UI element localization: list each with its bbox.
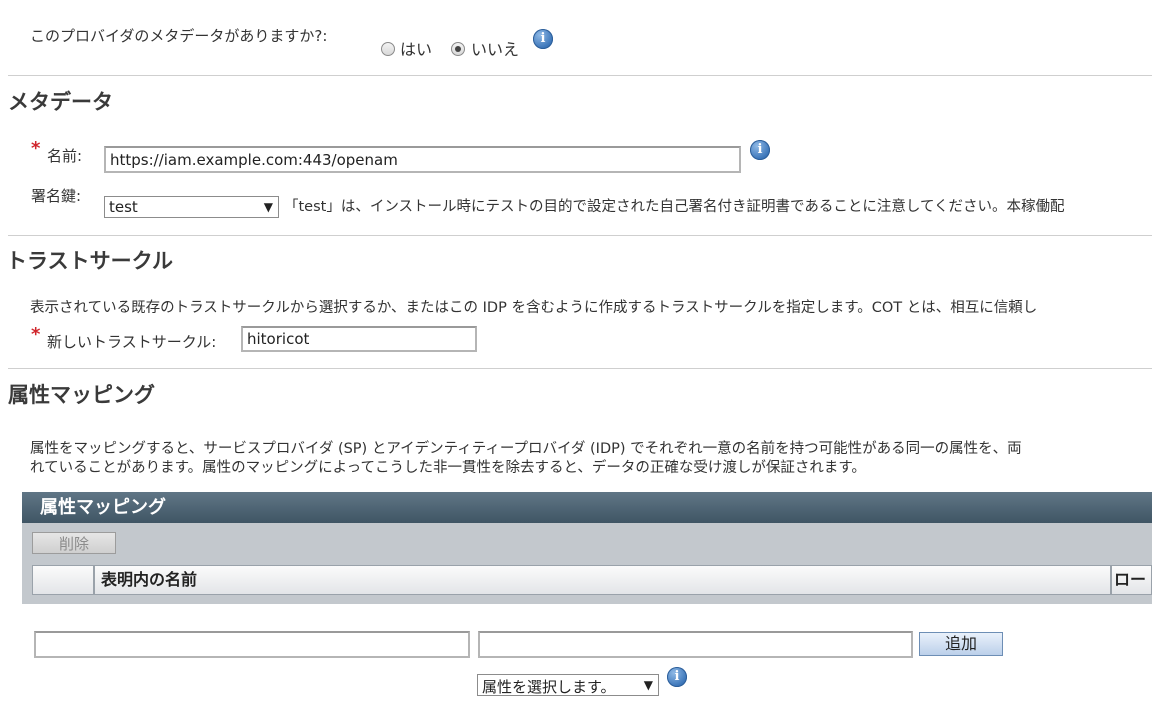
name-label: 名前: bbox=[47, 147, 83, 165]
select-column-header[interactable] bbox=[32, 565, 94, 595]
name-input[interactable] bbox=[104, 146, 741, 173]
delete-button[interactable]: 削除 bbox=[32, 532, 116, 554]
attribute-mapping-table: 属性マッピング 削除 表明内の名前 ローカ bbox=[22, 492, 1152, 604]
new-cot-label: 新しいトラストサークル: bbox=[47, 333, 217, 351]
required-marker: * bbox=[31, 324, 41, 345]
radio-yes[interactable] bbox=[381, 42, 395, 56]
add-button[interactable]: 追加 bbox=[919, 632, 1003, 656]
radio-no[interactable] bbox=[451, 42, 465, 56]
info-icon[interactable]: i bbox=[533, 29, 553, 49]
attribute-select[interactable]: 属性を選択します。 ▼ bbox=[477, 674, 659, 696]
column-header-local[interactable]: ローカ bbox=[1111, 565, 1152, 595]
metadata-question-label: このプロバイダのメタデータがありますか?: bbox=[30, 27, 328, 45]
attr-description-line2: れていることがあります。属性のマッピングによってこうした非一貫性を除去すると、デ… bbox=[30, 460, 866, 476]
divider bbox=[8, 368, 1152, 369]
signing-key-label: 署名鍵: bbox=[31, 187, 82, 205]
assertion-name-input[interactable] bbox=[34, 631, 470, 658]
signing-key-note: 「test」は、インストール時にテストの目的で設定された自己署名付き証明書である… bbox=[284, 199, 1065, 215]
section-title-attribute-mapping: 属性マッピング bbox=[8, 383, 155, 407]
attr-description-line1: 属性をマッピングすると、サービスプロバイダ (SP) とアイデンティティープロバ… bbox=[30, 441, 1022, 457]
signing-key-value: test bbox=[109, 198, 138, 216]
table-title: 属性マッピング bbox=[22, 492, 1152, 523]
section-title-metadata: メタデータ bbox=[8, 90, 113, 114]
new-cot-input[interactable] bbox=[241, 326, 477, 352]
section-title-cot: トラストサークル bbox=[6, 249, 173, 273]
cot-description: 表示されている既存のトラストサークルから選択するか、またはこの IDP を含むよ… bbox=[30, 300, 1038, 316]
required-marker: * bbox=[31, 138, 41, 159]
radio-yes-label[interactable]: はい bbox=[400, 36, 432, 60]
divider bbox=[8, 75, 1152, 76]
dropdown-arrow-icon: ▼ bbox=[263, 200, 273, 214]
dropdown-arrow-icon: ▼ bbox=[643, 678, 653, 692]
radio-no-label[interactable]: いいえ bbox=[471, 36, 519, 60]
signing-key-select[interactable]: test ▼ bbox=[104, 196, 279, 218]
local-attribute-input[interactable] bbox=[478, 631, 913, 658]
column-header-name-in-assertion[interactable]: 表明内の名前 bbox=[94, 565, 1111, 595]
info-icon[interactable]: i bbox=[667, 667, 687, 687]
info-icon[interactable]: i bbox=[750, 140, 770, 160]
divider bbox=[8, 235, 1152, 236]
attribute-select-value: 属性を選択します。 bbox=[482, 678, 616, 696]
